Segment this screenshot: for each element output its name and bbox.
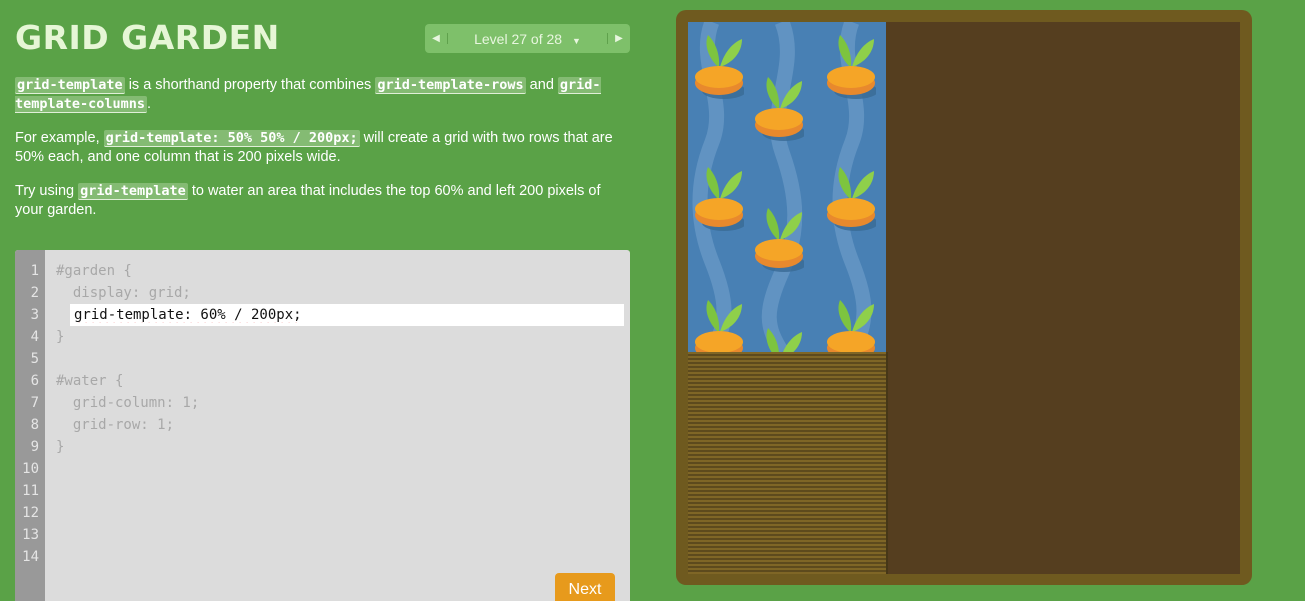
next-button[interactable]: Next [555,573,615,601]
instructions: grid-template is a shorthand property th… [15,76,627,235]
instruction-text: For example, [15,130,104,146]
instruction-text: is a shorthand property that combines [124,77,376,93]
carrot-icon [766,328,802,352]
line-number: 13 [22,527,39,543]
soil-rows [688,352,888,574]
line-number: 9 [30,439,39,455]
line-number: 4 [30,329,39,345]
code-editor: 1 2 3 4 5 6 7 8 9 10 11 12 13 14 #garden… [15,250,630,601]
level-navigator: ◀ Level 27 of 28 ▼ ▶ [425,24,630,53]
instruction-text: and [525,77,558,93]
carrot-icon [827,167,876,231]
carrot-icon [755,77,804,141]
carrot-icon [827,300,876,352]
garden [688,22,1240,574]
line-number: 10 [22,461,39,477]
code-line: display: grid; [56,285,191,301]
line-number: 1 [30,263,39,279]
carrot-icon [755,208,804,272]
previous-level-icon[interactable]: ◀ [425,33,448,44]
garden-frame [676,10,1252,585]
instruction-text: Try using [15,183,79,199]
line-number: 8 [30,417,39,433]
code-line: #garden { [56,263,132,279]
carrot-icon [695,35,744,99]
code-term: grid-template: 50% 50% / 200px; [103,130,360,147]
code-line: } [56,439,65,455]
carrot-icon [827,35,876,99]
line-number: 7 [30,395,39,411]
code-term: grid-template-rows [375,77,526,94]
line-number: 5 [30,351,39,367]
water-area [688,22,886,352]
line-number: 3 [30,307,39,323]
line-number: 11 [22,483,39,499]
instructions-paragraph-1: grid-template is a shorthand property th… [15,76,627,114]
line-number-gutter: 1 2 3 4 5 6 7 8 9 10 11 12 13 14 [15,250,45,601]
carrot-icon [695,167,744,231]
instructions-paragraph-3: Try using grid-template to water an area… [15,182,627,220]
level-indicator[interactable]: Level 27 of 28 ▼ [448,31,607,47]
line-number: 6 [30,373,39,389]
css-code-input[interactable] [70,304,624,326]
code-line: grid-column: 1; [56,395,200,411]
carrot-icon [695,300,744,352]
code-term: grid-template [15,77,125,94]
dropdown-caret-icon: ▼ [571,35,581,46]
next-level-icon[interactable]: ▶ [607,33,630,44]
code-line: #water { [56,373,124,389]
line-number: 2 [30,285,39,301]
app-title: GRID GARDEN [15,18,280,57]
instruction-text: . [147,96,152,112]
instructions-paragraph-2: For example, grid-template: 50% 50% / 20… [15,129,627,167]
code-line: } [56,329,65,345]
line-number: 12 [22,505,39,521]
code-term: grid-template [78,183,188,200]
code-line: grid-row: 1; [56,417,175,433]
line-number: 14 [22,549,39,565]
level-label: Level 27 of 28 [474,30,563,47]
